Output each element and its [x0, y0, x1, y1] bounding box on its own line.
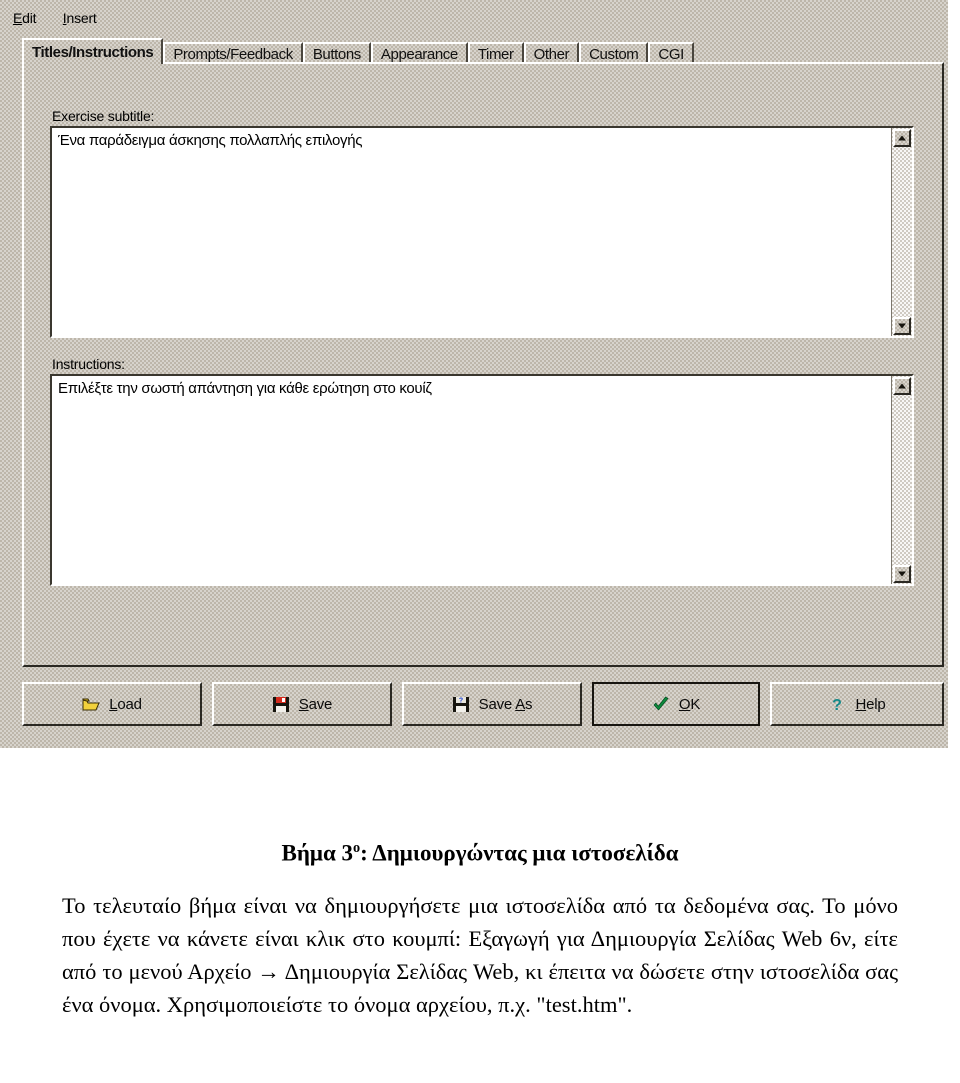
- exercise-subtitle-label: Exercise subtitle:: [52, 108, 155, 124]
- save-as-button[interactable]: ? Save As: [402, 682, 582, 726]
- instructions-scrollbar[interactable]: [891, 376, 912, 584]
- help-button-label: Help: [855, 695, 886, 713]
- help-button[interactable]: ? Help: [770, 682, 944, 726]
- instructions-textarea[interactable]: Επιλέξτε την σωστή απάντηση για κάθε ερώ…: [50, 374, 914, 586]
- ok-button-label: OK: [678, 695, 701, 713]
- tab-panel-titles-instructions: Exercise subtitle: Ένα παράδειγμα άσκηση…: [22, 62, 944, 667]
- tab-other[interactable]: Other: [523, 42, 580, 64]
- dialog-button-row: Load Save ? Save As OK ? Help: [22, 682, 944, 728]
- application-window: Edit Insert Titles/Instructions Prompts/…: [0, 0, 948, 748]
- tab-prompts-feedback[interactable]: Prompts/Feedback: [163, 42, 303, 64]
- tab-strip: Titles/Instructions Prompts/Feedback But…: [22, 38, 944, 64]
- instructions-value: Επιλέξτε την σωστή απάντηση για κάθε ερώ…: [58, 380, 432, 397]
- heading-prefix: Βήμα 3: [281, 840, 354, 866]
- question-mark-icon: ?: [833, 697, 843, 713]
- subtitle-scrollbar[interactable]: [891, 128, 912, 336]
- menu-item-insert[interactable]: Insert: [63, 8, 97, 28]
- tab-custom[interactable]: Custom: [579, 42, 649, 64]
- scroll-down-icon[interactable]: [893, 565, 911, 583]
- save-as-button-label: Save As: [478, 695, 533, 713]
- scroll-down-icon[interactable]: [893, 317, 911, 335]
- tab-titles-instructions[interactable]: Titles/Instructions: [22, 38, 164, 64]
- ok-button[interactable]: OK: [592, 682, 760, 726]
- load-button-label: Load: [109, 695, 142, 713]
- instructions-label: Instructions:: [52, 356, 125, 372]
- exercise-subtitle-textarea[interactable]: Ένα παράδειγμα άσκησης πολλαπλής επιλογή…: [50, 126, 914, 338]
- save-button[interactable]: Save: [212, 682, 392, 726]
- scroll-up-icon[interactable]: [893, 377, 911, 395]
- save-button-label: Save: [298, 695, 333, 713]
- scroll-up-icon[interactable]: [893, 129, 911, 147]
- document-paragraph: Το τελευταίο βήμα είναι να δημιουργήσετε…: [62, 892, 898, 1017]
- svg-text:?: ?: [459, 697, 463, 704]
- floppy-disk-icon: [272, 696, 289, 712]
- menu-bar: Edit Insert: [0, 8, 948, 30]
- document-heading: Βήμα 3ο: Δημιουργώντας μια ιστοσελίδα: [0, 840, 960, 867]
- svg-text:?: ?: [833, 697, 843, 713]
- tab-appearance[interactable]: Appearance: [370, 42, 468, 64]
- open-folder-icon: [82, 698, 100, 710]
- heading-suffix: : Δημιουργώντας μια ιστοσελίδα: [360, 840, 679, 866]
- tab-timer[interactable]: Timer: [467, 42, 524, 64]
- exercise-subtitle-value: Ένα παράδειγμα άσκησης πολλαπλής επιλογή…: [58, 132, 363, 149]
- green-check-icon: [653, 696, 669, 711]
- tab-cgi[interactable]: CGI: [648, 42, 694, 64]
- menu-item-edit[interactable]: Edit: [13, 8, 37, 28]
- load-button[interactable]: Load: [22, 682, 202, 726]
- document-text: Βήμα 3ο: Δημιουργώντας μια ιστοσελίδα Το…: [0, 840, 960, 1021]
- floppy-disk-question-icon: ?: [452, 696, 469, 712]
- tab-buttons[interactable]: Buttons: [302, 42, 371, 64]
